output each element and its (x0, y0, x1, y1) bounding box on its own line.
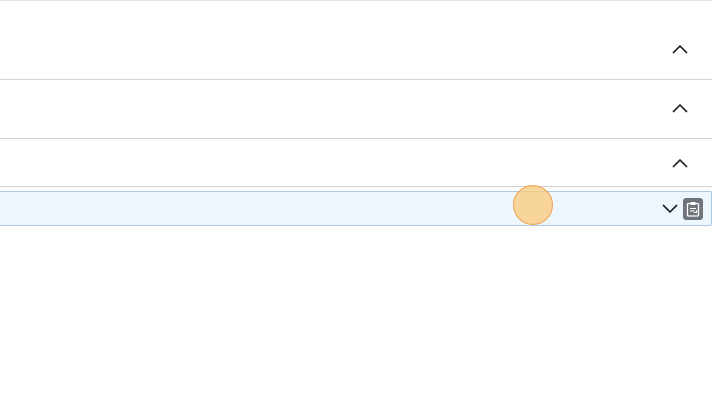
accordion-section-3[interactable] (0, 139, 712, 187)
clipboard-icon (686, 202, 700, 217)
accordion-section-2[interactable] (0, 80, 712, 139)
accordion-section-4[interactable] (0, 191, 712, 226)
accordion-section-1[interactable] (0, 1, 712, 80)
accordion-page (0, 0, 725, 402)
chevron-up-icon[interactable] (672, 44, 688, 54)
chevron-down-icon[interactable] (662, 204, 678, 214)
chevron-up-icon[interactable] (672, 158, 688, 168)
chevron-up-icon[interactable] (672, 103, 688, 113)
clipboard-button[interactable] (683, 198, 703, 220)
